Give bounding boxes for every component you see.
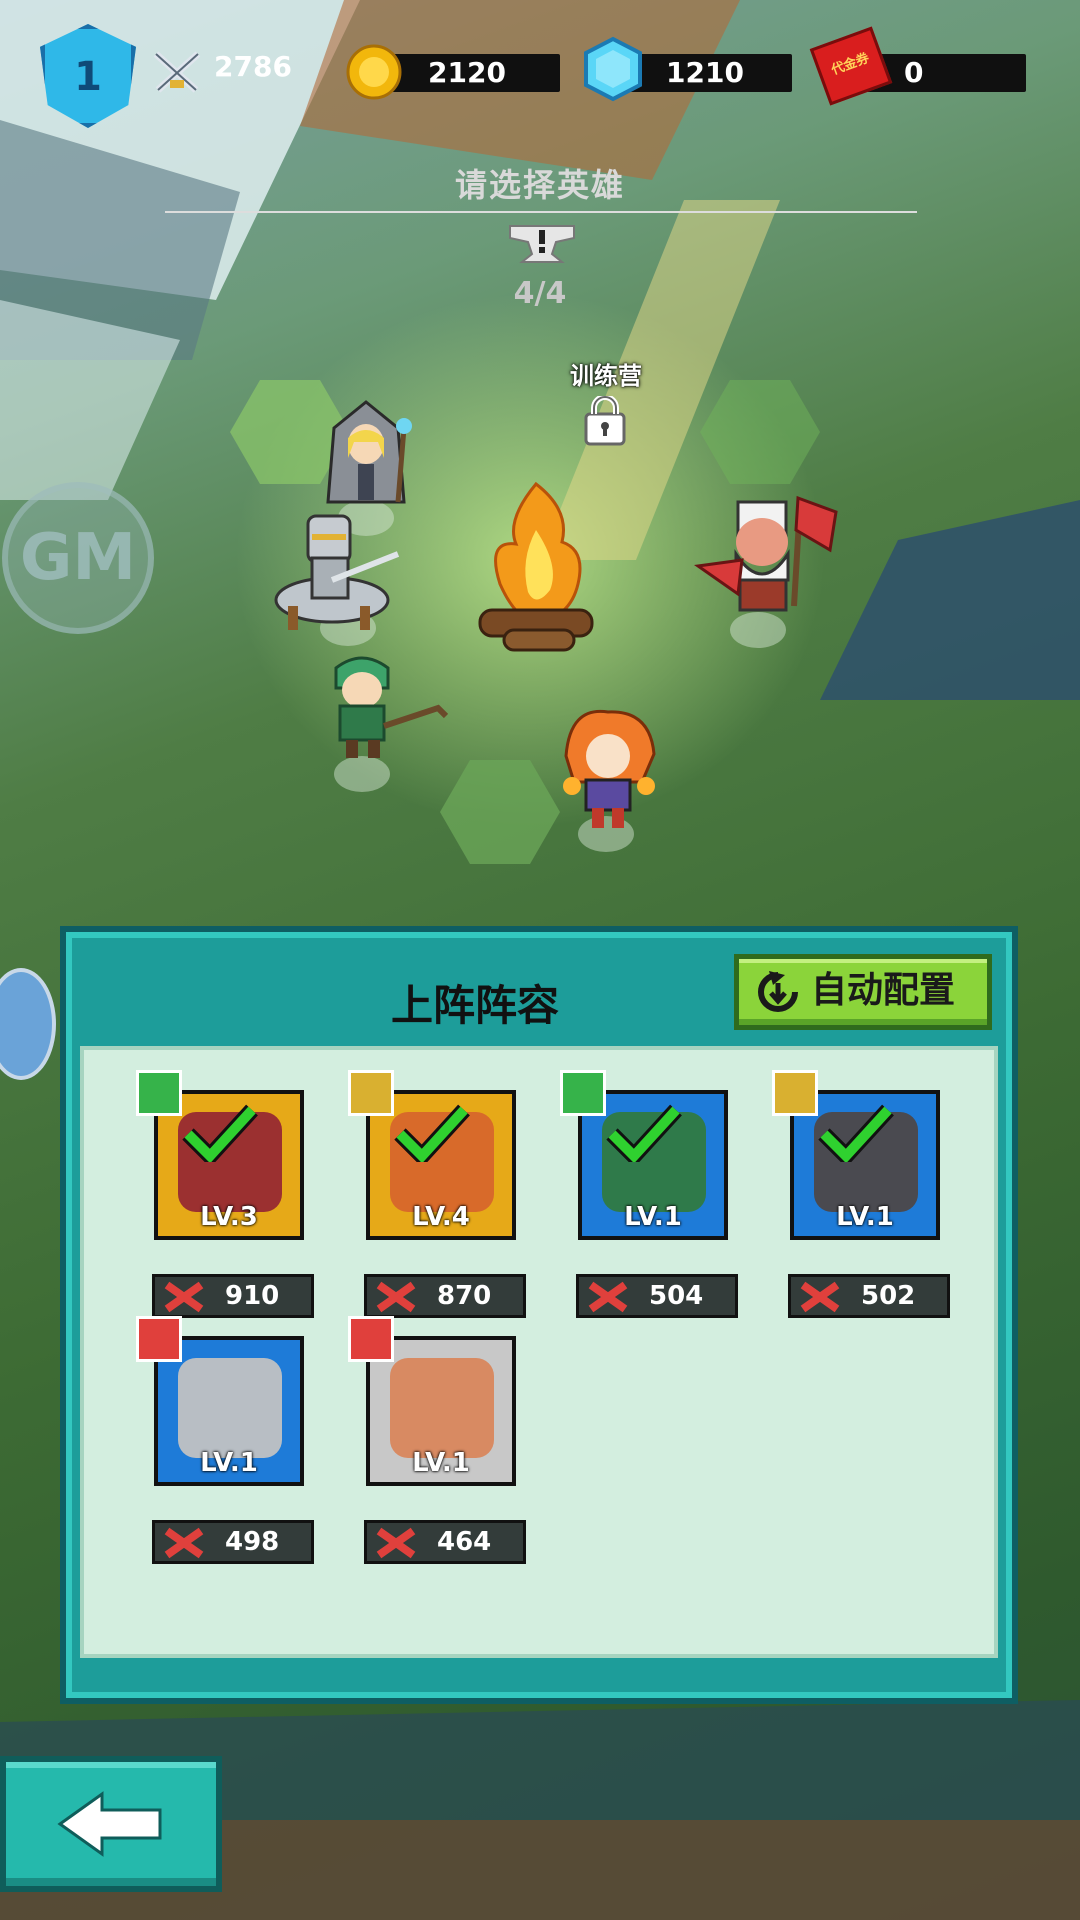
hero-level: LV.1 xyxy=(624,1202,682,1232)
select-hero-title: 请选择英雄 xyxy=(454,166,625,204)
crossed-swords-icon xyxy=(153,51,201,93)
leaf-class-icon xyxy=(560,1070,606,1116)
fist-class-icon xyxy=(348,1316,394,1362)
voucher-icon-text: 代金券 xyxy=(829,50,872,79)
player-level-text: 1 xyxy=(74,54,102,100)
hero-power-value: 504 xyxy=(649,1281,704,1311)
hero-roster-grid: LV.3 910 LV.4 870 LV.1 504 LV.1 502 LV.1… xyxy=(80,1046,998,1658)
wizard-hero-sprite[interactable] xyxy=(312,398,420,508)
check-icon xyxy=(394,1104,470,1162)
knight-cavalry-sprite[interactable] xyxy=(262,510,402,634)
red-fist-icon xyxy=(376,1527,416,1559)
gems-value: 1210 xyxy=(666,56,744,89)
grass-tile xyxy=(440,760,560,864)
hero-card[interactable]: LV.1 xyxy=(772,1070,940,1250)
knight-face xyxy=(178,1358,282,1458)
hero-card[interactable]: LV.3 xyxy=(136,1070,304,1250)
hero-power-bar: 502 xyxy=(788,1274,950,1318)
hero-power-value: 910 xyxy=(225,1281,280,1311)
hero-power-value: 870 xyxy=(437,1281,492,1311)
power-value: 2786 xyxy=(214,50,292,83)
axe-warrior-face xyxy=(390,1358,494,1458)
auto-configure-label: 自动配置 xyxy=(811,970,956,1011)
grass-tile xyxy=(700,380,820,484)
hero-power-bar: 464 xyxy=(364,1520,526,1564)
hero-level: LV.4 xyxy=(412,1202,470,1232)
hero-power-bar: 498 xyxy=(152,1520,314,1564)
gold-coin-icon xyxy=(346,44,402,100)
red-fist-icon xyxy=(800,1281,840,1313)
title-divider xyxy=(165,211,917,213)
hero-level: LV.3 xyxy=(200,1202,258,1232)
dwarf-warrior-sprite[interactable] xyxy=(690,494,840,624)
hero-card[interactable]: LV.1 xyxy=(560,1070,728,1250)
leaf-class-icon xyxy=(136,1070,182,1116)
hero-power-value: 464 xyxy=(437,1527,492,1557)
hero-card[interactable]: LV.1 xyxy=(348,1316,516,1496)
check-icon xyxy=(818,1104,894,1162)
hero-power-value: 502 xyxy=(861,1281,916,1311)
hero-card[interactable]: LV.4 xyxy=(348,1070,516,1250)
hero-power-bar: 504 xyxy=(576,1274,738,1318)
campfire-sprite xyxy=(478,481,594,652)
blue-gem-icon xyxy=(584,36,642,102)
gm-label: GM xyxy=(19,521,137,595)
gold-value: 2120 xyxy=(428,56,506,89)
selected-count: 4/4 xyxy=(513,276,567,311)
hero-shadow xyxy=(334,756,390,792)
hero-card[interactable]: LV.1 xyxy=(136,1316,304,1496)
hero-power-bar: 910 xyxy=(152,1274,314,1318)
lightning-class-icon xyxy=(772,1070,818,1116)
hero-power-bar: 870 xyxy=(364,1274,526,1318)
hero-level: LV.1 xyxy=(200,1448,258,1478)
red-fist-icon xyxy=(164,1281,204,1313)
gm-button[interactable]: GM xyxy=(2,482,154,634)
auto-configure-button[interactable]: 自动配置 xyxy=(734,954,992,1030)
mage-girl-sprite[interactable] xyxy=(550,706,666,830)
back-button[interactable] xyxy=(0,1756,222,1892)
left-arrow-icon xyxy=(57,1791,162,1857)
red-fist-icon xyxy=(376,1281,416,1313)
lock-icon[interactable] xyxy=(580,396,630,446)
archer-hero-sprite[interactable] xyxy=(306,650,448,760)
river xyxy=(820,500,1080,700)
hero-power-value: 498 xyxy=(225,1527,280,1557)
hero-level: LV.1 xyxy=(836,1202,894,1232)
red-fist-icon xyxy=(588,1281,628,1313)
check-icon xyxy=(182,1104,258,1162)
refresh-arrow-icon xyxy=(758,971,798,1012)
voucher-value: 0 xyxy=(904,56,924,89)
red-fist-icon xyxy=(164,1527,204,1559)
hero-level: LV.1 xyxy=(412,1448,470,1478)
check-icon xyxy=(606,1104,682,1162)
lineup-panel: 上阵阵容 自动配置 LV.3 910 LV.4 870 LV.1 504 LV.… xyxy=(60,926,1018,1704)
anvil-alert-icon xyxy=(509,225,575,263)
lightning-class-icon xyxy=(348,1070,394,1116)
fist-class-icon xyxy=(136,1316,182,1362)
training-camp-label[interactable]: 训练营 xyxy=(570,356,642,391)
